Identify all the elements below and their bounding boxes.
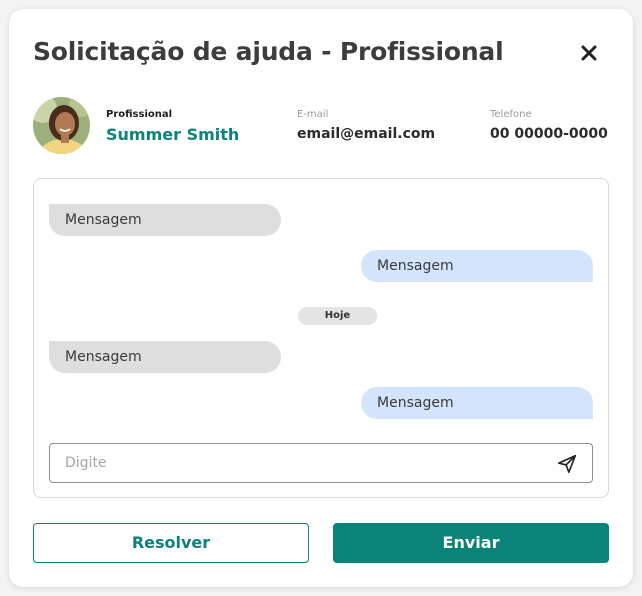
message-incoming: Mensagem <box>49 341 281 373</box>
phone-value: 00 00000-0000 <box>490 126 608 142</box>
date-separator: Hoje <box>298 307 377 325</box>
email-label: E-mail <box>297 109 329 120</box>
message-input[interactable] <box>51 445 541 481</box>
help-request-modal: Solicitação de ajuda - Profissional Prof… <box>9 9 633 587</box>
role-label: Profissional <box>106 109 173 120</box>
resolve-button[interactable]: Resolver <box>33 523 309 563</box>
message-composer <box>49 443 593 483</box>
chat-panel: Mensagem Mensagem Hoje Mensagem Mensagem <box>33 178 609 498</box>
avatar <box>33 97 90 154</box>
modal-title: Solicitação de ajuda - Profissional <box>33 37 504 66</box>
message-outgoing: Mensagem <box>361 387 593 419</box>
phone-label: Telefone <box>490 109 532 120</box>
email-value: email@email.com <box>297 126 436 142</box>
contact-name: Summer Smith <box>106 125 240 144</box>
send-icon[interactable] <box>556 453 578 475</box>
close-icon[interactable] <box>577 41 601 65</box>
message-outgoing: Mensagem <box>361 250 593 282</box>
message-incoming: Mensagem <box>49 204 281 236</box>
send-button[interactable]: Enviar <box>333 523 609 563</box>
